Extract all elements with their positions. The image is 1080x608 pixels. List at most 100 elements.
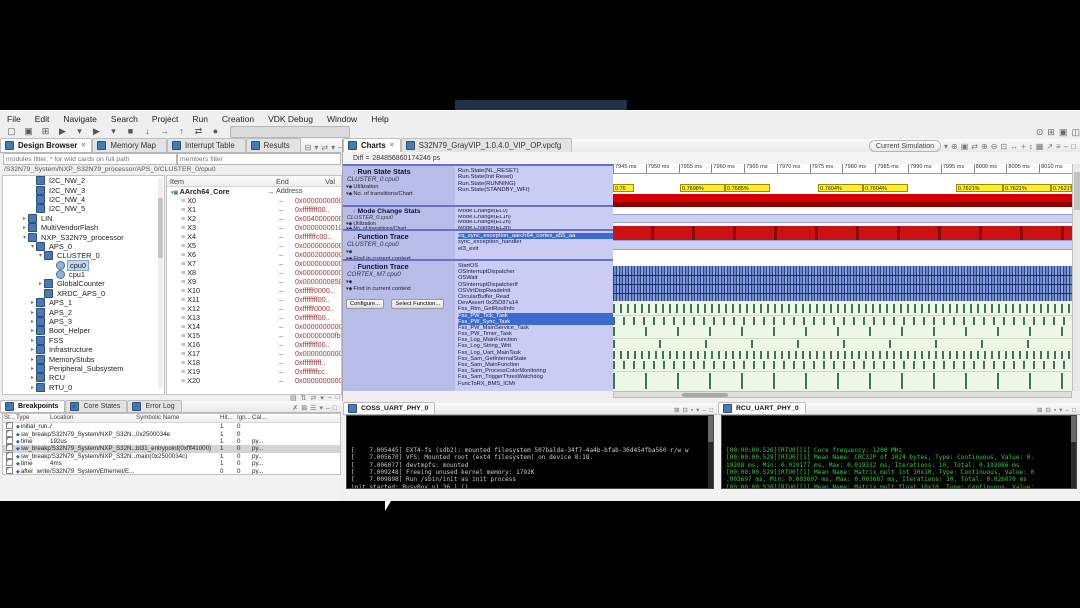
col-end-address[interactable]: End Address xyxy=(273,176,307,186)
view-tab[interactable]: ◆ Design Browser × xyxy=(0,138,92,152)
collapse-all-icon[interactable]: ⊟ xyxy=(305,143,312,152)
configure-button[interactable]: Configure... xyxy=(346,299,384,309)
register-row[interactable]: ≡ X9 – 0x0000000858.. xyxy=(167,277,341,286)
remove-all-icon[interactable]: ⊠ xyxy=(301,404,307,412)
register-row[interactable]: ≡ X2 – 0x0040000000.. xyxy=(167,214,341,223)
legend-item[interactable]: el3_exit xyxy=(458,246,613,252)
tree-item[interactable]: ▸ RTU_0 xyxy=(3,383,164,392)
menu-item[interactable]: Window xyxy=(320,114,364,124)
terminal-output[interactable]: [ 7.005445] EXT4-fs (sdb2): mounted file… xyxy=(346,415,714,489)
tree-expander-icon[interactable]: ▾ xyxy=(29,243,36,250)
section-title[interactable]: Function Trace xyxy=(343,231,455,241)
tree-item[interactable]: ▸ Peripheral_Subsystem xyxy=(3,364,164,373)
col-item[interactable]: Item xyxy=(167,176,273,186)
view-tab[interactable]: ◈ Results xyxy=(246,138,301,152)
modules-filter-input[interactable] xyxy=(3,153,177,165)
refresh-icon[interactable]: ⇄ xyxy=(971,142,978,151)
editor-tab[interactable]: ▤ Charts × xyxy=(343,138,401,152)
camera-icon[interactable]: ▣ xyxy=(961,142,969,151)
tree-item[interactable]: I2C_NW_4 xyxy=(3,195,164,204)
breakpoint-row[interactable]: ◆sw_breakp... /S32N79_System/NXP_S32N...… xyxy=(3,430,340,437)
debug-dropdown-icon[interactable]: ▾ xyxy=(72,125,87,139)
terminal-output[interactable]: [00:00:00.526][RTU0][1] Core frequency: … xyxy=(721,415,1077,489)
col-hit[interactable]: Hit... xyxy=(220,414,237,422)
tree-expander-icon[interactable]: ▸ xyxy=(29,318,36,325)
pin-console-icon[interactable]: ▪ xyxy=(1054,407,1056,414)
tree-expander-icon[interactable]: ▸ xyxy=(29,309,36,316)
link-with-editor-icon[interactable]: ⇄ xyxy=(321,143,328,152)
breakpoint-row[interactable]: ◆sw_breakp... /S32N79_System/NXP_S32N...… xyxy=(3,445,340,452)
section-title[interactable]: Function Trace xyxy=(343,261,455,271)
tree-item[interactable]: I2C_NW_2 xyxy=(3,176,164,185)
view-tab[interactable]: ▲ Error Log xyxy=(127,400,181,412)
breakpoint-row[interactable]: ◆time 192us 1 0 py... xyxy=(3,438,340,445)
view-tab[interactable]: ◉ Core States xyxy=(65,400,127,412)
tree-expander-icon[interactable]: ▸ xyxy=(37,280,44,287)
maximize-icon[interactable]: □ xyxy=(1071,142,1076,151)
tree-expander-icon[interactable]: ▸ xyxy=(29,384,36,391)
waveform-canvas[interactable]: 7945 ms7950 ms7955 ms7960 ms7965 ms7970 … xyxy=(613,164,1072,391)
maximize-icon[interactable]: □ xyxy=(333,405,337,412)
zoom-out-icon[interactable]: ⊖ xyxy=(991,142,998,151)
attach-icon[interactable]: ⊕ xyxy=(951,142,958,151)
param-expander-icon[interactable]: ▾◆ xyxy=(346,191,352,197)
debug-perspective-icon[interactable]: ◫ xyxy=(1071,127,1080,138)
step-into-icon[interactable]: ↓ xyxy=(140,125,155,139)
view-menu-icon[interactable]: ▾ xyxy=(696,406,699,414)
restart-icon[interactable]: ⇄ xyxy=(191,125,206,139)
col-location[interactable]: Location xyxy=(50,414,136,422)
section-run-state-params[interactable]: Run State Stats CLUSTER_0.cpu0 ▾◆Utiliza… xyxy=(343,164,455,205)
menu-item[interactable]: Help xyxy=(364,114,395,124)
chart-vertical-scrollbar[interactable] xyxy=(1072,164,1080,391)
tree-expander-icon[interactable]: ▸ xyxy=(29,337,36,344)
tree-item[interactable]: ▸ LIN xyxy=(3,214,164,223)
section-title[interactable]: Run State Stats xyxy=(343,166,455,176)
select-function-button[interactable]: Select Function... xyxy=(391,299,444,309)
register-row[interactable]: ≡ X14 – 0x0000000000.. xyxy=(167,322,341,331)
simulation-selector[interactable]: Current Simulation xyxy=(869,140,941,152)
view-tab[interactable]: ▤ Memory Map xyxy=(92,138,167,152)
scroll-lock-icon[interactable]: ⊟ xyxy=(1045,406,1050,414)
design-perspective-icon[interactable]: ▣ xyxy=(1059,127,1068,138)
param-expander-icon[interactable]: ▾◆ xyxy=(346,279,352,285)
register-row[interactable]: ≡ X6 – 0x0002000000.. xyxy=(167,250,341,259)
close-icon[interactable]: × xyxy=(390,142,394,149)
section-title[interactable]: Mode Change Stats xyxy=(343,207,455,215)
debug-icon[interactable]: ▶ xyxy=(55,125,70,139)
sim-dropdown-icon[interactable]: ▾ xyxy=(944,142,948,151)
param-label[interactable]: Find in current context xyxy=(353,286,410,292)
register-row[interactable]: ≡ X11 – 0xffffffff00.. xyxy=(167,295,341,304)
tree-expander-icon[interactable]: ▸ xyxy=(29,327,36,334)
tree-item[interactable]: ▸ FSS xyxy=(3,336,164,345)
register-row[interactable]: ≡ X12 – 0xffffff0000.. xyxy=(167,304,341,313)
tree-expander-icon[interactable]: ▸ xyxy=(29,346,36,353)
param-expander-icon[interactable]: ▾◆ xyxy=(346,286,352,292)
col-ignore[interactable]: Ign... xyxy=(237,414,252,422)
pan-icon[interactable]: ↔ xyxy=(1010,142,1018,151)
tree-expander-icon[interactable]: ▸ xyxy=(21,215,28,222)
tree-item[interactable]: ▾ APS_0 xyxy=(3,242,164,251)
cursor-icon[interactable]: + xyxy=(1021,142,1026,151)
measure-icon[interactable]: ↕ xyxy=(1029,142,1033,151)
step-return-icon[interactable]: ↑ xyxy=(174,125,189,139)
register-row[interactable]: ≡ X8 – 0x0000000000.. xyxy=(167,268,341,277)
pin-console-icon[interactable]: ▪ xyxy=(691,407,693,414)
minimize-icon[interactable]: – xyxy=(702,407,706,414)
tree-item[interactable]: ▸ GlobalCounter xyxy=(3,279,164,288)
tree-item[interactable]: ▸ Boot_Helper xyxy=(3,326,164,335)
menu-item[interactable]: VDK Debug xyxy=(261,114,320,124)
maximize-icon[interactable]: □ xyxy=(709,407,713,414)
tree-item[interactable]: ▸ RCU xyxy=(3,373,164,382)
register-row[interactable]: ≡ X3 – 0x0000000010.. xyxy=(167,223,341,232)
tree-item[interactable]: ▸ APS_1 xyxy=(3,298,164,307)
breakpoint-row[interactable]: ◆sw_breakp... /S32N79_System/NXP_S32N...… xyxy=(3,453,340,460)
filter-dropdown-icon[interactable]: ▾ xyxy=(314,143,318,152)
breakpoint-row[interactable]: ◆after_write... /S32N79_System/Ethernet/… xyxy=(3,467,340,474)
tree-item[interactable]: ▸ APS_2 xyxy=(3,307,164,316)
tree-expander-icon[interactable]: ▸ xyxy=(29,365,36,372)
col-callback[interactable]: Cal... xyxy=(252,414,340,422)
tree-item[interactable]: ▸ APS_3 xyxy=(3,317,164,326)
param-expander-icon[interactable]: ▾◆ xyxy=(346,184,352,190)
legend-item[interactable]: Run.State(STANDBY_WFI) xyxy=(458,187,613,193)
stop-icon[interactable]: ■ xyxy=(123,125,138,139)
